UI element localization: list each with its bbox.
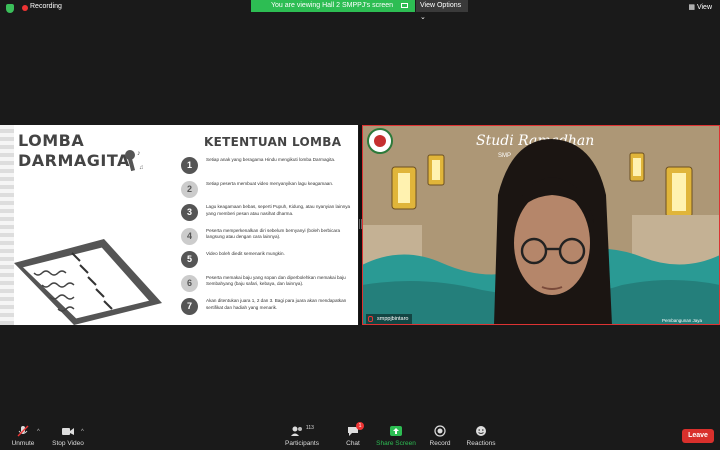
rules-list: 1 Setiap anak yang beragama Hindu mengik… <box>181 156 357 321</box>
chat-badge: 1 <box>356 422 364 430</box>
unmute-button[interactable]: Unmute <box>10 425 36 447</box>
participant-name-tag: smppjbintaro <box>366 314 412 324</box>
microphone-muted-icon <box>17 425 29 437</box>
screen-icon <box>401 2 409 8</box>
video-camera-icon <box>62 428 74 435</box>
share-screen-label: Share Screen <box>376 440 416 447</box>
chevron-up-icon[interactable]: ^ <box>81 429 84 435</box>
smiley-icon <box>476 426 486 436</box>
rule-text: Akan ditentukan juara 1, 2 dan 3. Bagi p… <box>206 298 347 310</box>
svg-text:♫: ♫ <box>139 165 144 171</box>
rule-item: 1 Setiap anak yang beragama Hindu mengik… <box>181 156 357 180</box>
chat-label: Chat <box>346 440 360 447</box>
video-footer-text: Pembangunan Jaya <box>662 318 703 323</box>
rule-number: 2 <box>181 180 198 198</box>
rule-item: 3 Lagu keagamaan bebas, seperti Pupuh, K… <box>181 203 357 227</box>
rule-text: Peserta memakai baju yang sopan dan dipe… <box>206 274 346 287</box>
slide-title-line2: DARMAGITA <box>18 151 130 170</box>
rule-number: 6 <box>181 274 198 292</box>
microphone-icon: ♪ ♫ <box>125 150 144 172</box>
grid-icon: ▦ <box>688 4 697 11</box>
rule-item: 4 Peserta memperkenalkan diri sebelum be… <box>181 227 357 251</box>
participants-count: 113 <box>305 425 314 431</box>
record-button[interactable]: Record <box>428 425 452 447</box>
chat-icon: 1 <box>347 422 364 437</box>
shield-icon[interactable] <box>6 4 14 13</box>
mic-muted-icon <box>368 316 373 322</box>
recording-label: Recording <box>30 3 62 10</box>
participants-icon: 113 <box>287 425 317 437</box>
rule-text: Setiap anak yang beragama Hindu mengikut… <box>206 157 336 162</box>
participants-label: Participants <box>285 440 319 447</box>
reactions-label: Reactions <box>466 440 496 447</box>
svg-text:♪: ♪ <box>137 150 141 157</box>
view-label: View <box>696 4 712 11</box>
banner-sub: SMP <box>498 153 511 159</box>
notebook-illustration <box>14 239 162 325</box>
rule-text: Video boleh diedit semenarik mungkin. <box>206 251 285 256</box>
rule-number: 7 <box>181 298 198 315</box>
view-button[interactable]: ▦ View <box>688 3 712 11</box>
rule-number: 3 <box>181 204 198 221</box>
view-options-button[interactable]: View Options ⌄ <box>416 0 468 21</box>
stop-video-label: Stop Video <box>52 440 84 447</box>
viewing-banner: You are viewing Hall 2 SMPPJ's screen <box>251 0 415 12</box>
chevron-down-icon: ⌄ <box>420 14 426 21</box>
rule-text: Lagu keagamaan bebas, seperti Pupuh, Kid… <box>206 204 351 216</box>
participant-video[interactable]: Studi Ramadhan SMP Pembangunan Jaya smpp… <box>362 125 720 325</box>
rule-number: 1 <box>181 157 198 174</box>
chat-button[interactable]: 1 Chat <box>343 422 364 447</box>
share-screen-button[interactable]: Share Screen <box>375 425 417 447</box>
rule-text: Peserta memperkenalkan diri sebelum bern… <box>206 227 341 240</box>
slide-title-line1: LOMBA <box>18 131 85 150</box>
rule-item: 2 Setiap peserta membuat video menyanyik… <box>181 180 357 204</box>
viewing-label: You are viewing Hall 2 SMPPJ's screen <box>271 2 394 9</box>
top-bar: Recording You are viewing Hall 2 SMPPJ's… <box>0 0 720 21</box>
chevron-up-icon[interactable]: ^ <box>37 429 40 435</box>
rule-item: 5 Video boleh diedit semenarik mungkin. <box>181 250 357 274</box>
rule-item: 6 Peserta memakai baju yang sopan dan di… <box>181 274 357 298</box>
share-screen-icon <box>390 426 402 436</box>
unmute-label: Unmute <box>11 440 35 447</box>
record-icon <box>434 425 446 437</box>
rule-item: 7 Akan ditentukan juara 1, 2 dan 3. Bagi… <box>181 297 357 321</box>
reactions-button[interactable]: Reactions <box>466 425 496 447</box>
rule-number: 4 <box>181 227 198 245</box>
recording-dot-icon <box>22 5 28 11</box>
leave-button[interactable]: Leave <box>682 429 714 443</box>
video-frame: Studi Ramadhan SMP Pembangunan Jaya <box>362 125 720 325</box>
participants-button[interactable]: 113 Participants <box>282 425 322 447</box>
shared-screen: LOMBA DARMAGITA ♪ ♫ KETENTUAN LOMBA 1 Se… <box>0 125 358 325</box>
record-label: Record <box>429 440 451 447</box>
slide-title: LOMBA DARMAGITA <box>18 131 130 171</box>
rule-number: 5 <box>181 251 198 268</box>
meeting-toolbar: Unmute ^ Stop Video ^ 113 Participants 1… <box>0 422 720 450</box>
zoom-window: Recording You are viewing Hall 2 SMPPJ's… <box>0 0 720 450</box>
rules-title: KETENTUAN LOMBA <box>204 135 342 149</box>
view-options-label: View Options <box>420 2 462 9</box>
rule-text: Setiap peserta membuat video menyanyikan… <box>206 180 334 186</box>
participant-name: smppjbintaro <box>377 316 409 322</box>
